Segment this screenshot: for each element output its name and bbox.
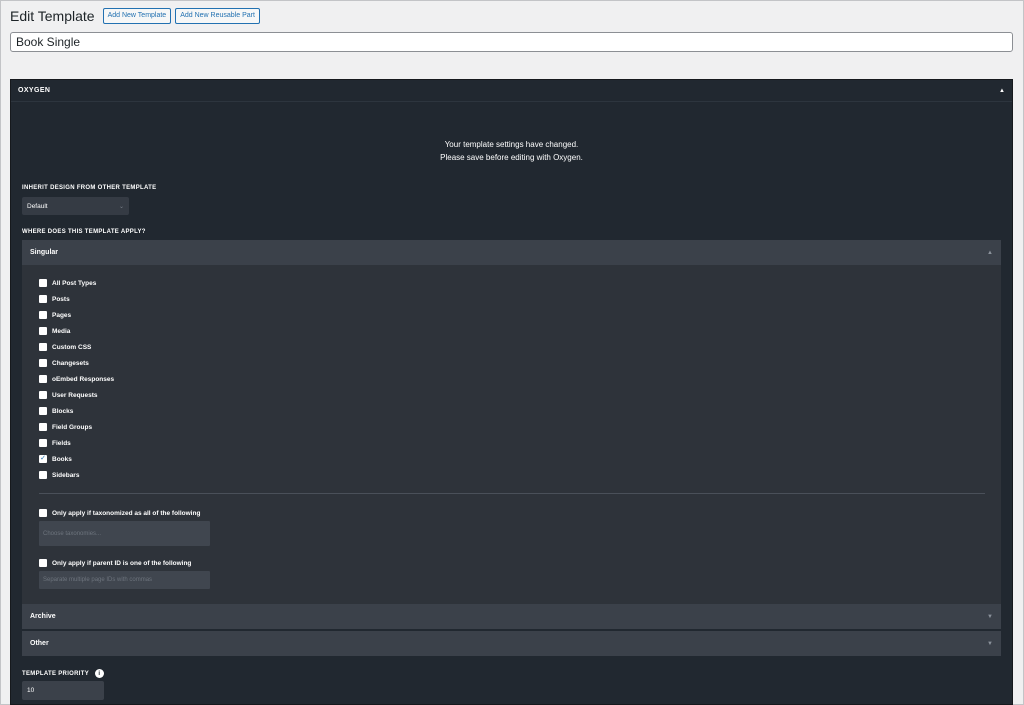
notice-line-1: Your template settings have changed. (444, 140, 579, 149)
accordion-singular[interactable]: Singular ▲ (22, 240, 1001, 265)
post-type-item[interactable]: Changesets (39, 358, 89, 368)
post-type-item[interactable]: Media (39, 326, 70, 336)
post-type-label: Fields (52, 439, 71, 447)
accordion-other[interactable]: Other ▼ (22, 631, 1001, 656)
post-type-item[interactable]: Posts (39, 294, 70, 304)
triangle-down-icon: ▼ (987, 640, 993, 647)
post-type-checkbox[interactable] (39, 407, 47, 415)
post-type-checkbox[interactable] (39, 343, 47, 351)
chevron-down-icon: ⌄ (118, 203, 124, 210)
inherit-design-select[interactable]: Default ⌄ (22, 197, 129, 215)
post-type-label: Posts (52, 295, 70, 303)
template-priority-text: TEMPLATE PRIORITY (22, 671, 89, 678)
where-applies-label: WHERE DOES THIS TEMPLATE APPLY? (22, 229, 146, 235)
post-type-item[interactable]: Pages (39, 310, 71, 320)
post-type-checkbox[interactable] (39, 423, 47, 431)
post-type-label: Pages (52, 311, 72, 319)
post-type-label: Blocks (52, 407, 74, 415)
post-type-checkbox[interactable] (39, 295, 47, 303)
inherit-design-value: Default (27, 202, 48, 210)
info-icon[interactable]: i (94, 669, 104, 678)
post-type-label: Sidebars (52, 471, 80, 479)
triangle-up-icon[interactable]: ▲ (999, 88, 1005, 94)
oxygen-metabox-title: OXYGEN (18, 87, 51, 94)
triangle-down-icon: ▼ (987, 613, 993, 620)
accordion-archive-title: Archive (30, 613, 56, 620)
post-type-checkbox[interactable] (39, 311, 47, 319)
post-type-checkbox[interactable] (39, 359, 47, 367)
post-type-label: Custom CSS (52, 343, 92, 351)
post-type-item[interactable]: Field Groups (39, 422, 92, 432)
template-title-input[interactable] (10, 32, 1013, 52)
singular-panel: All Post Types Posts Pages Media Custom CSS C… (22, 265, 1001, 604)
post-type-label: User Requests (52, 391, 98, 399)
post-type-label: Media (52, 327, 71, 335)
checkmark-icon: ✓ (40, 455, 46, 462)
post-type-item[interactable]: Fields (39, 438, 71, 448)
add-new-reusable-part-button[interactable]: Add New Reusable Part (175, 8, 260, 24)
template-priority-value: 10 (27, 687, 35, 694)
post-type-label: oEmbed Responses (52, 375, 115, 383)
template-priority-input[interactable]: 10 (22, 681, 104, 700)
taxonomy-condition-label: Only apply if taxonomized as all of the … (52, 509, 201, 517)
template-priority-label: TEMPLATE PRIORITY i (22, 669, 104, 678)
taxonomies-placeholder: Choose taxonomies... (43, 530, 102, 537)
oxygen-metabox: OXYGEN ▲ Your template settings have cha… (10, 79, 1013, 705)
post-type-checkbox[interactable] (39, 327, 47, 335)
post-type-label: Books (52, 455, 72, 463)
post-type-item[interactable]: Sidebars (39, 470, 79, 480)
parent-ids-input[interactable]: Separate multiple page IDs with commas (39, 571, 210, 589)
post-type-item[interactable]: ✓ Books (39, 454, 72, 464)
parent-id-condition-row[interactable]: Only apply if parent ID is one of the fo… (39, 558, 191, 568)
taxonomies-input[interactable]: Choose taxonomies... (39, 521, 210, 546)
taxonomy-condition-checkbox[interactable] (39, 509, 47, 517)
taxonomy-condition-row[interactable]: Only apply if taxonomized as all of the … (39, 508, 200, 518)
oxygen-metabox-header[interactable]: OXYGEN ▲ (11, 80, 1012, 102)
post-type-item[interactable]: oEmbed Responses (39, 374, 114, 384)
post-type-label: All Post Types (52, 279, 97, 287)
post-type-label: Changesets (52, 359, 89, 367)
notice-line-2: Please save before editing with Oxygen. (440, 153, 583, 162)
post-type-checkbox[interactable]: ✓ (39, 455, 47, 463)
post-type-label: Field Groups (52, 423, 93, 431)
accordion-singular-title: Singular (30, 249, 59, 256)
add-new-template-button[interactable]: Add New Template (102, 8, 172, 24)
parent-id-condition-label: Only apply if parent ID is one of the fo… (52, 559, 192, 567)
post-type-item[interactable]: User Requests (39, 390, 98, 400)
parent-id-condition-checkbox[interactable] (39, 559, 47, 567)
post-type-checkbox[interactable] (39, 439, 47, 447)
post-type-checkbox[interactable] (39, 391, 47, 399)
post-type-checkbox[interactable] (39, 471, 47, 479)
divider (39, 493, 985, 494)
page-header: Edit Template Add New Template Add New R… (10, 8, 260, 24)
inherit-design-label: INHERIT DESIGN FROM OTHER TEMPLATE (22, 185, 157, 191)
post-type-checkbox[interactable] (39, 375, 47, 383)
page-title: Edit Template (10, 8, 95, 24)
parent-ids-placeholder: Separate multiple page IDs with commas (43, 577, 153, 583)
accordion-archive[interactable]: Archive ▼ (22, 604, 1001, 629)
post-type-item[interactable]: Custom CSS (39, 342, 91, 352)
settings-changed-notice: Your template settings have changed. Ple… (11, 138, 1012, 164)
post-type-checkbox[interactable] (39, 279, 47, 287)
accordion-other-title: Other (30, 640, 49, 647)
post-type-item[interactable]: All Post Types (39, 278, 96, 288)
triangle-up-icon: ▲ (987, 249, 993, 256)
post-type-item[interactable]: Blocks (39, 406, 73, 416)
